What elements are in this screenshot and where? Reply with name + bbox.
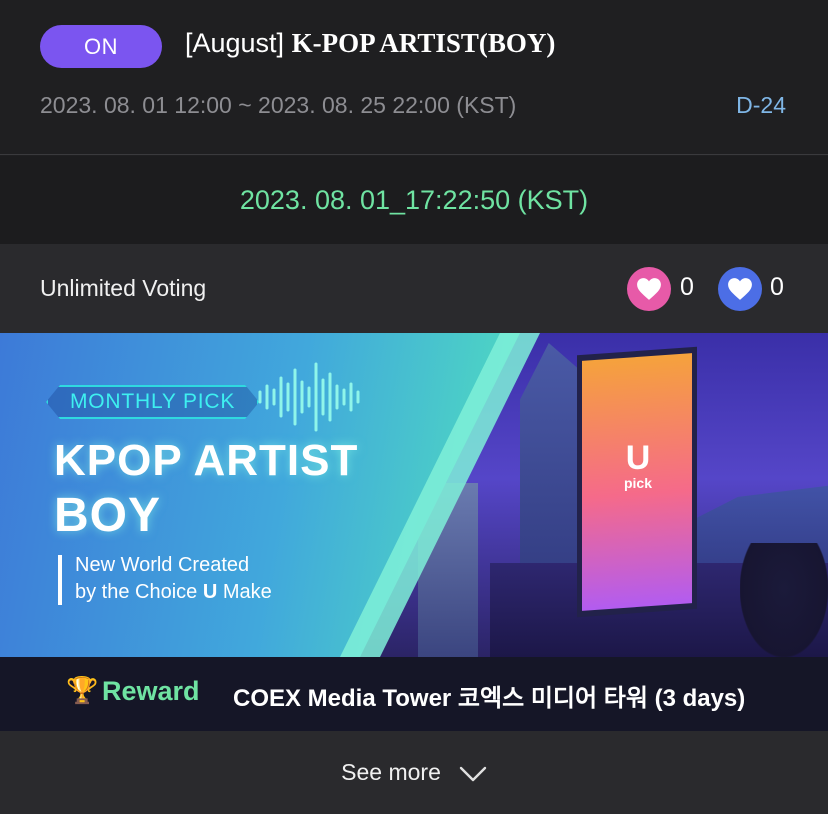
current-time-bar: 2023. 08. 01_17:22:50 (KST) xyxy=(0,156,828,244)
see-more-button[interactable]: See more xyxy=(0,731,828,814)
sound-wave-icon xyxy=(258,362,360,432)
pink-heart-count: 0 xyxy=(680,273,694,301)
reward-description: COEX Media Tower 코엑스 미디어 타워 (3 days) xyxy=(233,685,746,712)
voting-bar: Unlimited Voting xyxy=(0,244,828,333)
current-time: 2023. 08. 01_17:22:50 (KST) xyxy=(239,184,589,215)
chevron-down-icon xyxy=(459,766,487,781)
slogan-line2: by the Choice U Make xyxy=(75,581,272,604)
see-more-label: See more xyxy=(341,759,441,785)
event-banner: U pick MONTHLY PICK KPOP ARTIST BOY New … xyxy=(0,333,828,657)
slogan-line1: New World Created xyxy=(75,554,250,576)
slogan-line2-bold: U xyxy=(202,581,218,603)
vote-period: 2023. 08. 01 12:00 ~ 2023. 08. 25 22:00 … xyxy=(40,92,517,118)
slogan-line2-suffix: Make xyxy=(217,581,272,603)
banner-trees xyxy=(740,543,828,657)
blue-heart-icon[interactable] xyxy=(718,267,762,311)
slogan-line2-prefix: by the Choice xyxy=(75,581,203,603)
voting-type-label: Unlimited Voting xyxy=(40,275,207,301)
monthly-pick-pill: MONTHLY PICK xyxy=(46,385,259,419)
title-prefix: [August] xyxy=(185,28,285,58)
banner-headline-line2: BOY xyxy=(54,489,162,542)
status-badge: ON xyxy=(40,25,162,68)
title-main: K-POP ARTIST(BOY) xyxy=(291,28,556,58)
upick-logo-main: U xyxy=(625,439,651,477)
pink-heart-icon[interactable] xyxy=(627,267,671,311)
blue-heart-count: 0 xyxy=(770,273,784,301)
page-title: [August] K-POP ARTIST(BOY) xyxy=(185,28,555,59)
reward-label: Reward xyxy=(102,676,200,706)
vote-header xyxy=(0,0,828,155)
upick-logo-sub: pick xyxy=(623,475,652,491)
banner-headline-line1: KPOP ARTIST xyxy=(54,436,359,485)
slogan-divider xyxy=(58,555,62,605)
dday-counter: D-24 xyxy=(736,92,786,118)
upick-logo: U pick xyxy=(618,441,658,491)
trophy-icon: 🏆 xyxy=(66,675,99,705)
